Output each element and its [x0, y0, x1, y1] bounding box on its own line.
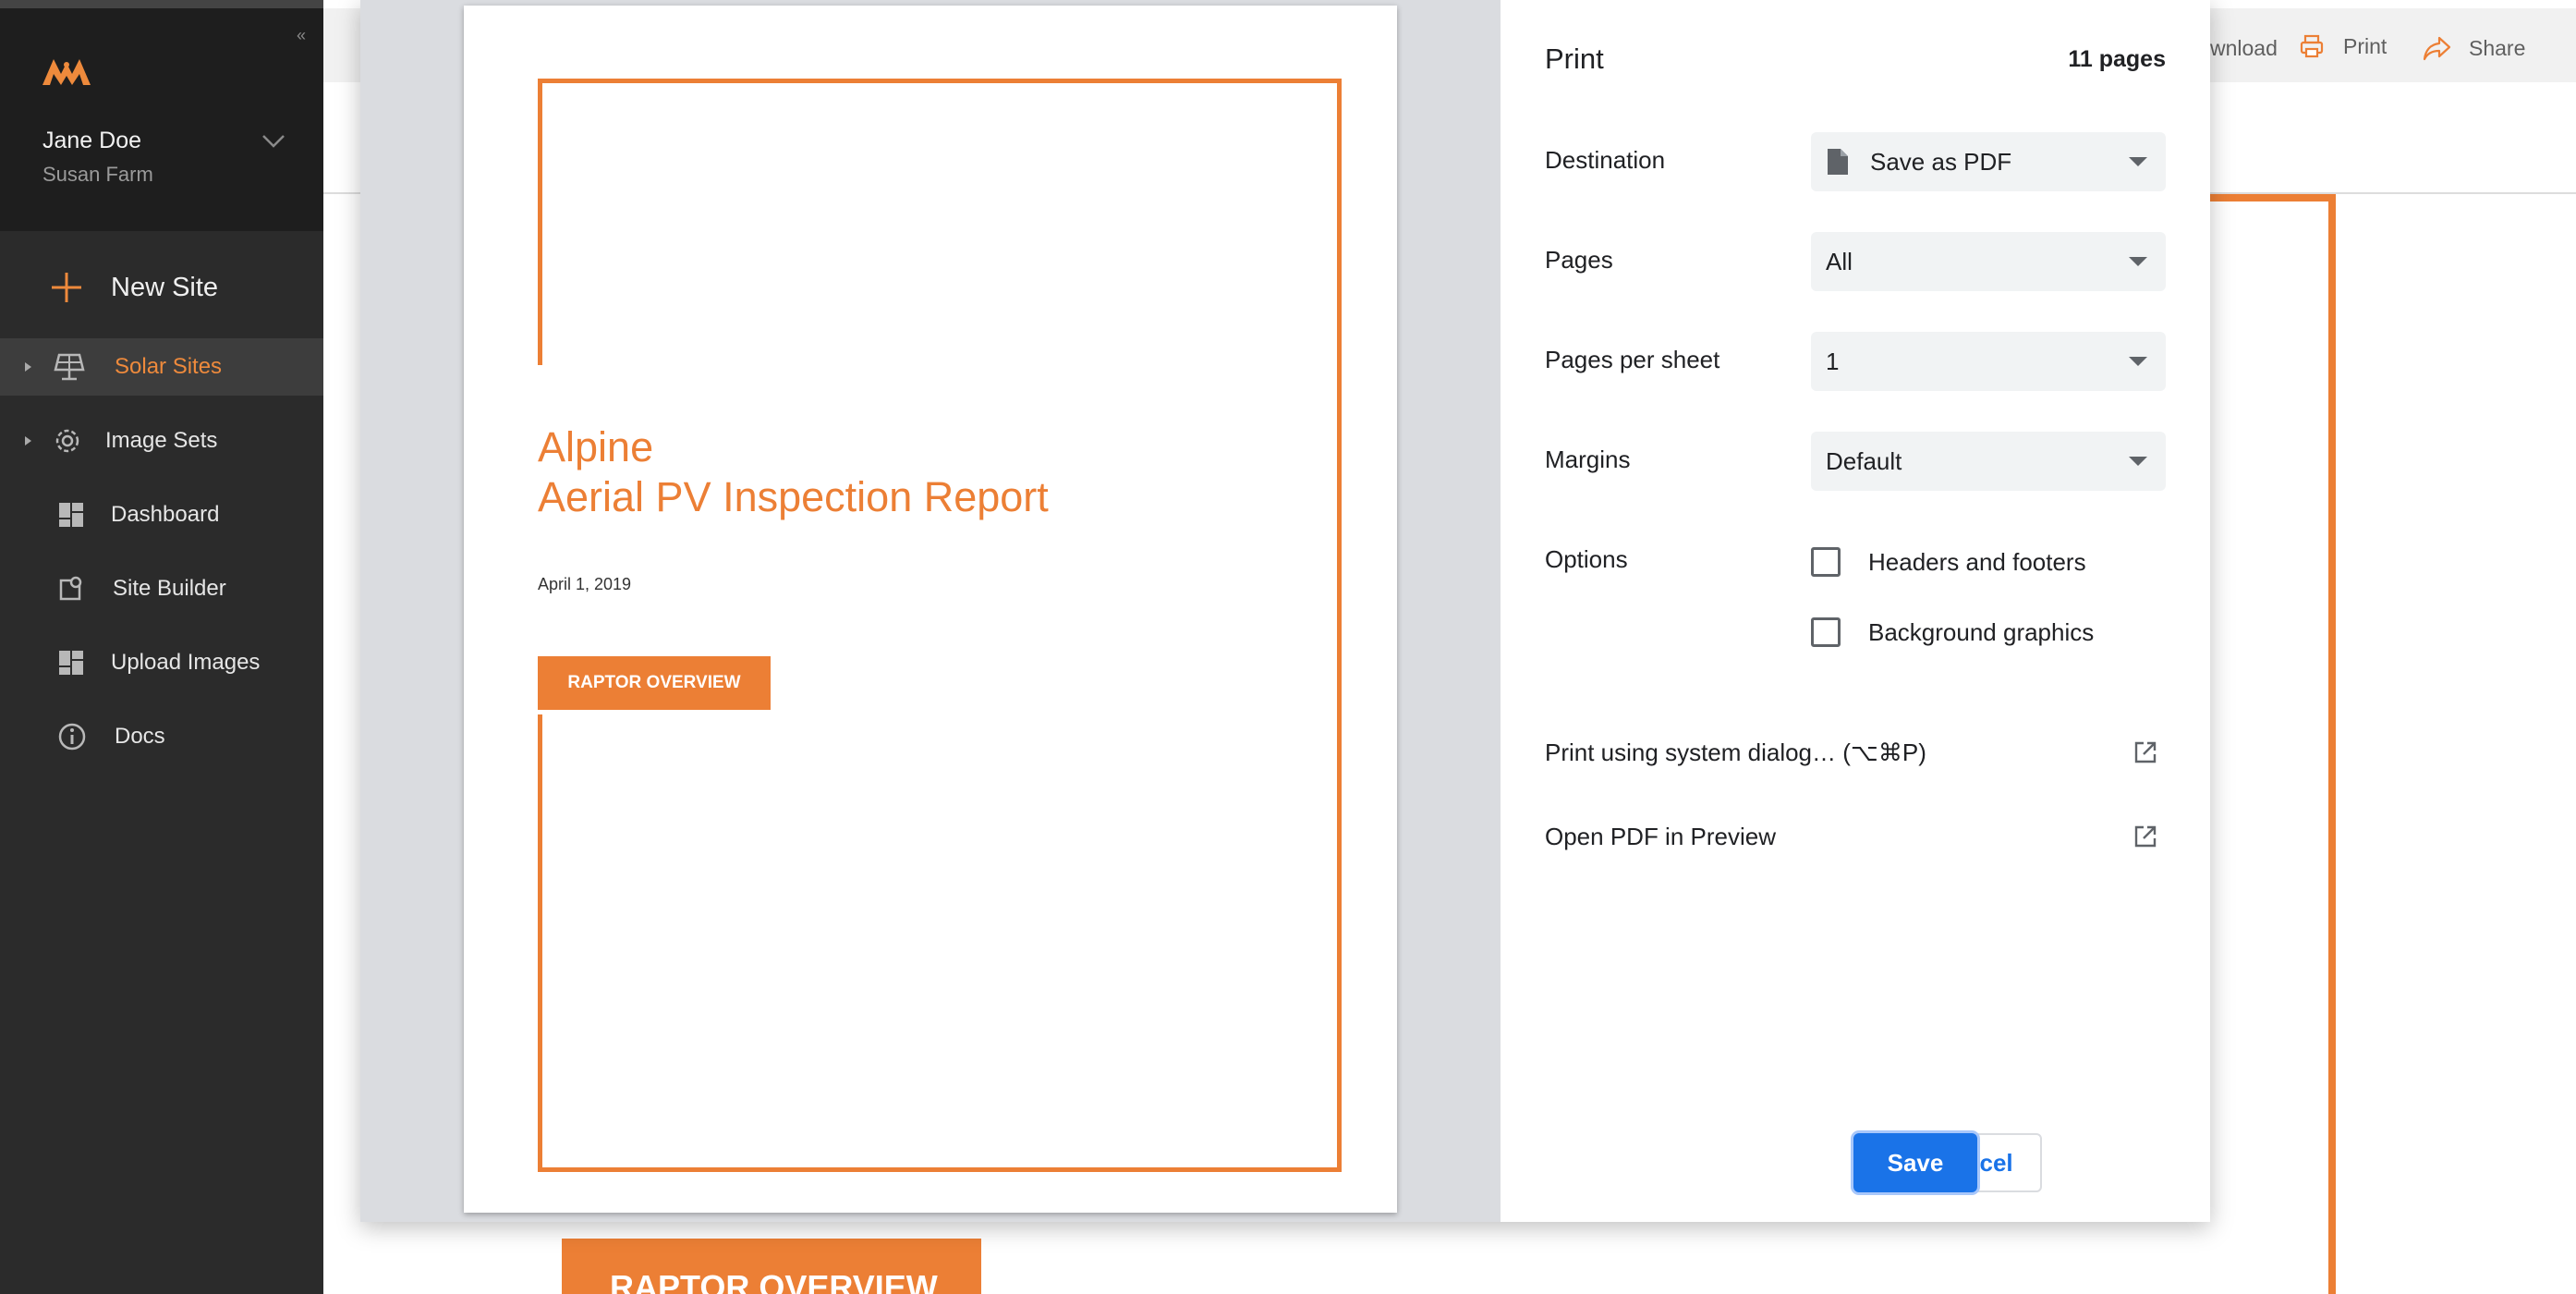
headers-footers-checkbox[interactable] — [1811, 547, 1841, 577]
map-pin-icon — [59, 576, 82, 601]
download-label: wnload — [2210, 35, 2278, 60]
margins-label: Margins — [1545, 446, 1631, 473]
pages-select[interactable]: All — [1811, 232, 2166, 291]
print-preview-pane[interactable]: Alpine Aerial PV Inspection Report April… — [360, 0, 1501, 1222]
options-label: Options — [1545, 545, 1628, 573]
page-frame-bottom — [538, 714, 1342, 1172]
report-title-line1: Alpine — [538, 423, 654, 470]
sidebar-item-site-builder[interactable]: Site Builder — [0, 560, 323, 617]
sidebar-item-label: Image Sets — [105, 428, 218, 453]
new-site-label: New Site — [111, 272, 219, 302]
pages-per-sheet-value: 1 — [1826, 347, 1840, 375]
report-title-line2: Aerial PV Inspection Report — [538, 473, 1049, 520]
system-dialog-label: Print using system dialog… (⌥⌘P) — [1545, 738, 1926, 766]
report-frame-decoration — [2208, 194, 2336, 1294]
caret-down-icon — [2129, 257, 2147, 266]
sidebar-item-image-sets[interactable]: Image Sets — [0, 412, 323, 470]
app-logo-icon — [43, 59, 91, 85]
headers-footers-label: Headers and footers — [1868, 547, 2086, 576]
caret-right-icon[interactable] — [22, 435, 33, 446]
destination-label: Destination — [1545, 146, 1666, 174]
margins-select[interactable]: Default — [1811, 432, 2166, 491]
dialog-title: Print — [1545, 43, 1604, 75]
save-button[interactable]: Save — [1853, 1133, 1977, 1192]
plus-icon — [52, 273, 81, 302]
share-icon — [2423, 36, 2451, 61]
sidebar-item-docs[interactable]: Docs — [0, 708, 323, 765]
sidebar-account-panel: « Jane Doe Susan Farm — [0, 0, 323, 231]
printer-icon — [2300, 34, 2324, 58]
caret-down-icon — [2129, 457, 2147, 466]
sidebar-item-label: Site Builder — [113, 576, 226, 601]
sidebar-item-solar-sites[interactable]: Solar Sites — [0, 338, 323, 396]
raptor-overview-banner: RAPTOR OVERVIEW — [562, 1239, 981, 1294]
sidebar-item-label: Upload Images — [111, 650, 261, 675]
sidebar-item-dashboard[interactable]: Dashboard — [0, 486, 323, 543]
sidebar: « Jane Doe Susan Farm New Site Solar Sit… — [0, 0, 323, 1294]
print-dialog: Alpine Aerial PV Inspection Report April… — [360, 0, 2210, 1222]
open-pdf-label: Open PDF in Preview — [1545, 822, 1776, 850]
open-external-icon — [2134, 825, 2157, 848]
window-top-strip — [0, 0, 323, 8]
chevron-down-icon[interactable] — [261, 128, 286, 153]
section-badge: RAPTOR OVERVIEW — [538, 656, 771, 710]
print-button[interactable]: Print — [2299, 28, 2387, 65]
sidebar-item-label: Solar Sites — [115, 354, 223, 379]
solar-panel-icon — [54, 353, 85, 381]
open-external-icon — [2134, 741, 2157, 763]
report-date: April 1, 2019 — [538, 575, 632, 593]
page-count: 11 pages — [2068, 46, 2166, 72]
background-graphics-checkbox[interactable] — [1811, 617, 1841, 647]
info-icon — [58, 723, 86, 751]
user-name: Jane Doe — [43, 128, 142, 153]
destination-select[interactable]: Save as PDF — [1811, 132, 2166, 191]
margins-value: Default — [1826, 446, 1902, 475]
background-graphics-option[interactable]: Background graphics — [1811, 614, 2094, 651]
farm-name: Susan Farm — [43, 163, 153, 186]
caret-down-icon — [2129, 357, 2147, 366]
open-pdf-preview-link[interactable]: Open PDF in Preview — [1545, 816, 2166, 857]
share-label: Share — [2469, 35, 2526, 60]
system-dialog-link[interactable]: Print using system dialog… (⌥⌘P) — [1545, 732, 2166, 773]
pages-label: Pages — [1545, 246, 1613, 274]
download-button[interactable]: wnload — [2210, 30, 2278, 67]
collapse-sidebar-icon[interactable]: « — [292, 26, 310, 44]
preview-page: Alpine Aerial PV Inspection Report April… — [464, 6, 1397, 1213]
new-site-button[interactable]: New Site — [48, 264, 218, 311]
page-frame-top — [538, 79, 1342, 365]
headers-footers-option[interactable]: Headers and footers — [1811, 543, 2086, 580]
caret-down-icon — [2129, 157, 2147, 166]
pages-value: All — [1826, 247, 1853, 275]
pages-per-sheet-label: Pages per sheet — [1545, 346, 1720, 373]
caret-right-icon[interactable] — [22, 361, 33, 372]
dashboard-icon — [59, 503, 83, 527]
pages-per-sheet-select[interactable]: 1 — [1811, 332, 2166, 391]
destination-value: Save as PDF — [1870, 147, 2012, 176]
print-label: Print — [2343, 33, 2388, 58]
share-button[interactable]: Share — [2423, 30, 2525, 67]
print-settings-panel: Print 11 pages Destination Save as PDF P… — [1501, 0, 2210, 1222]
sidebar-item-label: Dashboard — [111, 502, 220, 527]
gear-icon — [55, 429, 79, 453]
background-graphics-label: Background graphics — [1868, 617, 2095, 646]
sidebar-item-label: Docs — [115, 724, 165, 749]
document-icon — [1828, 149, 1848, 175]
sidebar-item-upload-images[interactable]: Upload Images — [0, 634, 323, 691]
dashboard-icon — [59, 651, 83, 675]
